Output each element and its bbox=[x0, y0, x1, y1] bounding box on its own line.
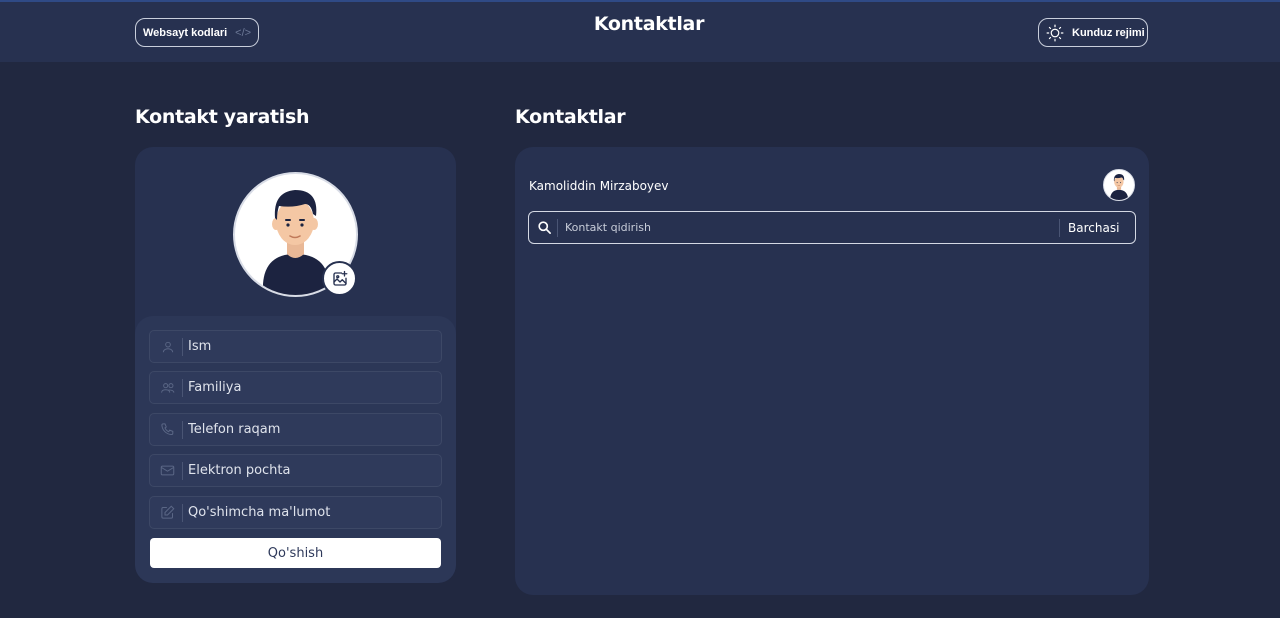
phone-icon bbox=[159, 421, 176, 438]
contact-search-input[interactable] bbox=[565, 221, 1055, 234]
field-separator bbox=[182, 420, 183, 439]
notes-input[interactable] bbox=[188, 505, 418, 520]
email-field[interactable] bbox=[149, 454, 442, 487]
user-icon bbox=[159, 338, 176, 355]
search-icon bbox=[538, 221, 551, 234]
contacts-card: Kamoliddin Mirzaboyev Barchasi bbox=[515, 147, 1149, 595]
field-separator bbox=[182, 461, 183, 480]
users-icon bbox=[159, 379, 176, 396]
search-separator bbox=[557, 218, 558, 237]
last-name-input[interactable] bbox=[188, 380, 418, 395]
avatar-illustration bbox=[1109, 173, 1129, 200]
user-name: Kamoliddin Mirzaboyev bbox=[529, 179, 669, 193]
upload-photo-button[interactable] bbox=[322, 261, 357, 296]
contact-search-bar[interactable]: Barchasi bbox=[528, 211, 1136, 244]
app-header: Websayt kodlari </> Kontaktlar Kunduz re… bbox=[0, 2, 1280, 62]
notes-field[interactable] bbox=[149, 496, 442, 529]
day-mode-label: Kunduz rejimi bbox=[1072, 26, 1145, 39]
edit-icon bbox=[159, 504, 176, 521]
mail-icon bbox=[159, 462, 176, 479]
contacts-heading: Kontaktlar bbox=[515, 106, 626, 128]
sun-icon bbox=[1046, 24, 1064, 41]
day-mode-button[interactable]: Kunduz rejimi bbox=[1038, 18, 1148, 47]
create-contact-heading: Kontakt yaratish bbox=[135, 106, 310, 128]
filter-separator bbox=[1059, 218, 1060, 237]
phone-field[interactable] bbox=[149, 413, 442, 446]
email-input[interactable] bbox=[188, 463, 418, 478]
field-separator bbox=[182, 503, 183, 522]
filter-all-button[interactable]: Barchasi bbox=[1068, 221, 1119, 235]
field-separator bbox=[182, 378, 183, 397]
first-name-field[interactable] bbox=[149, 330, 442, 363]
last-name-field[interactable] bbox=[149, 371, 442, 404]
user-avatar[interactable] bbox=[1103, 169, 1135, 201]
contact-form: Qo'shish bbox=[135, 316, 456, 583]
add-contact-button[interactable]: Qo'shish bbox=[150, 538, 441, 568]
first-name-input[interactable] bbox=[188, 339, 418, 354]
field-separator bbox=[182, 337, 183, 356]
create-contact-card: Qo'shish bbox=[135, 147, 456, 583]
image-add-icon bbox=[332, 270, 347, 286]
phone-input[interactable] bbox=[188, 422, 418, 437]
